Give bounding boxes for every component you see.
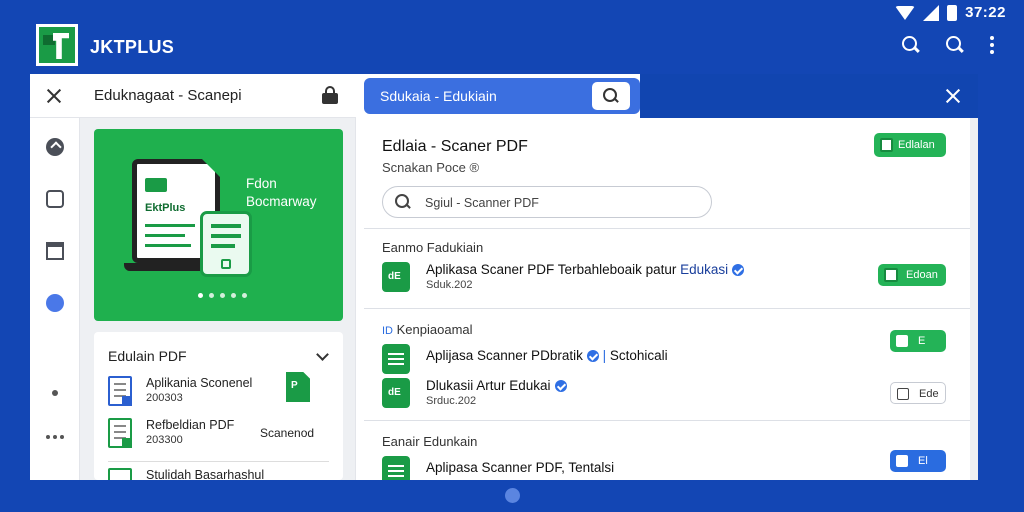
app-title: JKTPLUS — [90, 37, 175, 57]
left-header-title: Eduknagaat - Scanepi — [94, 87, 242, 104]
carousel-dot[interactable] — [198, 293, 203, 298]
green-file-icon — [108, 468, 132, 480]
blue-file-icon — [108, 376, 132, 406]
status-badge[interactable]: Edlalan — [874, 133, 946, 157]
main-search-input[interactable]: Sgiul - Scanner PDF — [382, 186, 712, 218]
divider — [364, 228, 970, 229]
wifi-icon — [895, 5, 916, 20]
divider — [108, 461, 329, 462]
laptop-label: EktPlus — [145, 202, 186, 214]
page-title: Edlaia - Scaner PDF — [382, 138, 528, 155]
left-panel: EktPlus Fdon Bocmarway Edulain PDF Aplik… — [80, 118, 356, 480]
app-icon: dE — [382, 262, 410, 292]
divider — [364, 308, 970, 309]
verified-icon — [554, 380, 567, 393]
nav-rail — [30, 118, 80, 480]
upload-icon[interactable] — [46, 294, 64, 312]
verified-icon — [586, 350, 599, 363]
close-panel-icon[interactable] — [944, 87, 962, 105]
more-icon[interactable] — [990, 36, 994, 54]
status-time: 37:22 — [965, 4, 1006, 21]
compass-icon[interactable] — [46, 138, 64, 156]
carousel-dot[interactable] — [209, 293, 214, 298]
status-icons: 37:22 — [895, 4, 1006, 21]
home-indicator[interactable] — [505, 488, 520, 503]
left-header: Eduknagaat - Scanepi — [30, 74, 356, 118]
main-search-placeholder: Sgiul - Scanner PDF — [425, 196, 539, 210]
top-search-input[interactable]: Sdukaia - Edukiain — [380, 88, 497, 104]
file-item[interactable]: Stulidah Basarhashul — [108, 468, 330, 480]
toggle-switch[interactable]: E — [890, 330, 946, 352]
battery-icon — [947, 4, 958, 21]
file-name: Refbeldian PDF — [146, 418, 235, 432]
signal-icon — [923, 4, 940, 21]
app-icon — [382, 456, 410, 480]
document-card-title: Edulain PDF — [108, 348, 187, 364]
lock-icon[interactable] — [322, 86, 338, 104]
hero-line-1: Fdon — [246, 176, 277, 191]
list-item[interactable]: dE Dlukasii Artur Edukai Srduc.202 Ede — [382, 378, 946, 412]
section-label: Eanmo Fadukiain — [382, 240, 484, 255]
top-search-button[interactable] — [592, 82, 630, 110]
list-item[interactable]: Aplijasa Scanner PDbratik | Sctohicali E — [382, 330, 946, 378]
app-meta: Sduk.202 — [426, 279, 473, 291]
carousel-dot[interactable] — [220, 293, 225, 298]
top-search-bar[interactable]: Sdukaia - Edukiain — [364, 78, 640, 114]
spreadsheet-file-icon[interactable]: P — [286, 372, 310, 402]
hero-text: Fdon Bocmarway — [246, 175, 317, 211]
carousel-dot[interactable] — [231, 293, 236, 298]
hero-line-2: Bocmarway — [246, 194, 317, 209]
app-meta: Srduc.202 — [426, 395, 477, 407]
search-icon[interactable] — [902, 36, 920, 54]
file-meta: 200303 — [146, 392, 183, 404]
phone-illustration — [200, 211, 252, 277]
file-name: Stulidah Basarhashul — [146, 468, 265, 480]
verified-icon — [732, 264, 745, 277]
more-horizontal-icon[interactable] — [46, 434, 66, 440]
chevron-down-icon[interactable] — [316, 348, 329, 361]
document-icon[interactable] — [46, 190, 64, 208]
main-card: Edlaia - Scaner PDF Scnakan Poce ® Edlal… — [364, 118, 970, 480]
close-icon[interactable] — [44, 86, 64, 106]
search-icon — [395, 194, 411, 210]
main-panel: Edlaia - Scaner PDF Scnakan Poce ® Edlal… — [364, 118, 978, 480]
list-item[interactable]: Aplipasa Scanner PDF, Tentalsi El — [382, 450, 946, 480]
divider — [364, 420, 970, 421]
top-header-right — [640, 74, 978, 118]
document-card: Edulain PDF Aplikania Sconenel 200303 P … — [94, 332, 343, 480]
app-logo — [36, 24, 78, 66]
app-window: Eduknagaat - Scanepi Sdukaia - Edukiain … — [30, 74, 978, 480]
file-item[interactable]: Aplikania Sconenel 200303 P — [108, 372, 330, 416]
carousel-dots[interactable] — [198, 293, 247, 298]
carousel-dot[interactable] — [242, 293, 247, 298]
section-label: Eanair Edunkain — [382, 434, 478, 449]
appbar-actions — [902, 36, 994, 54]
app-name: Aplijasa Scanner PDbratik | Sctohicali — [426, 348, 668, 363]
search-icon — [603, 88, 619, 104]
app-bar: JKTPLUS — [30, 24, 994, 74]
action-button[interactable]: Edoan — [878, 264, 946, 286]
search-alt-icon[interactable] — [946, 36, 964, 54]
page-subtitle: Scnakan Poce ® — [382, 160, 480, 175]
app-name: Aplikasa Scaner PDF Terbahleboaik patur … — [426, 262, 745, 277]
toggle-switch[interactable]: El — [890, 450, 946, 472]
hero-banner[interactable]: EktPlus Fdon Bocmarway — [94, 129, 343, 321]
app-icon: dE — [382, 378, 410, 408]
list-item[interactable]: dE Aplikasa Scaner PDF Terbahleboaik pat… — [382, 262, 946, 296]
book-icon[interactable] — [46, 242, 64, 260]
section-label: ID Kenpiaoamal — [382, 322, 473, 337]
toggle-switch[interactable]: Ede — [890, 382, 946, 404]
dot-icon — [52, 390, 58, 396]
side-label: Scanenod — [260, 426, 315, 440]
app-name: Dlukasii Artur Edukai — [426, 378, 567, 393]
app-icon — [382, 344, 410, 374]
app-name: Aplipasa Scanner PDF, Tentalsi — [426, 460, 615, 475]
green-file-icon — [108, 418, 132, 448]
file-meta: 203300 — [146, 434, 183, 446]
file-name: Aplikania Sconenel — [146, 376, 253, 390]
